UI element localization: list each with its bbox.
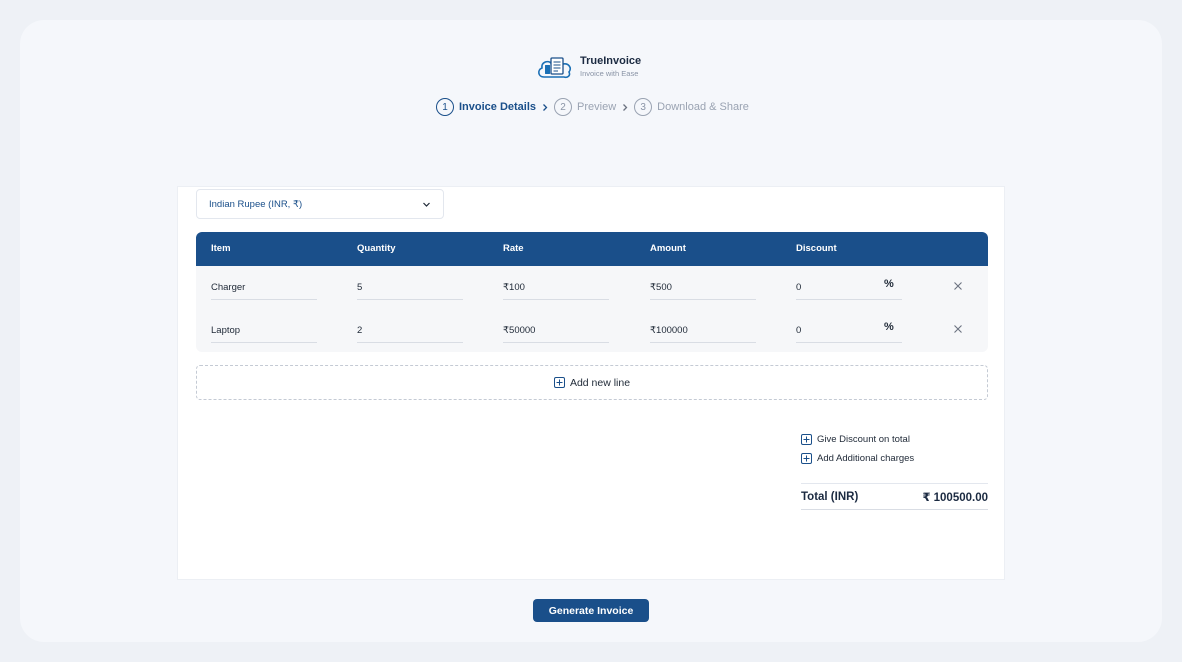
discount-type-toggle[interactable]: % bbox=[884, 321, 894, 333]
line-items-table: Item Quantity Rate Amount Discount Charg… bbox=[196, 232, 988, 352]
header-discount: Discount bbox=[796, 243, 837, 254]
table-body: Charger 5 ₹100 ₹500 0 % Laptop 2 ₹50000 … bbox=[196, 266, 988, 352]
header-amount: Amount bbox=[650, 243, 686, 254]
rate-field[interactable]: ₹50000 bbox=[503, 319, 609, 343]
quantity-field[interactable]: 2 bbox=[357, 319, 463, 343]
add-charges-label: Add Additional charges bbox=[817, 453, 915, 464]
currency-value: Indian Rupee (INR, ₹) bbox=[209, 198, 303, 210]
invoice-card: Indian Rupee (INR, ₹) Item Quantity Rate… bbox=[177, 186, 1005, 580]
step-number: 1 bbox=[436, 98, 454, 116]
table-row: Laptop 2 ₹50000 ₹100000 0 % bbox=[196, 309, 988, 352]
plus-icon bbox=[801, 434, 812, 445]
plus-icon bbox=[553, 377, 565, 388]
header-rate: Rate bbox=[503, 243, 524, 254]
chevron-right-icon bbox=[536, 103, 554, 112]
step-download-share[interactable]: 3 Download & Share bbox=[634, 98, 749, 116]
step-label: Invoice Details bbox=[459, 101, 537, 113]
quantity-field[interactable]: 5 bbox=[357, 276, 463, 300]
stepper: 1 Invoice Details 2 Preview 3 Download &… bbox=[436, 97, 749, 117]
give-discount-label: Give Discount on total bbox=[817, 434, 910, 445]
step-number: 3 bbox=[634, 98, 653, 116]
total-row: Total (INR) ₹ 100500.00 bbox=[801, 483, 988, 510]
chevron-right-icon bbox=[616, 103, 634, 112]
rate-field[interactable]: ₹100 bbox=[503, 276, 609, 300]
brand: TrueInvoice Invoice with Ease bbox=[536, 52, 641, 82]
brand-name: TrueInvoice bbox=[580, 55, 642, 68]
total-label: Total (INR) bbox=[801, 490, 859, 503]
add-new-line-button[interactable]: Add new line bbox=[196, 365, 988, 400]
currency-select[interactable]: Indian Rupee (INR, ₹) bbox=[196, 189, 444, 219]
item-field[interactable]: Laptop bbox=[211, 319, 317, 343]
step-number: 2 bbox=[554, 98, 573, 116]
item-field[interactable]: Charger bbox=[211, 276, 317, 300]
header-item: Item bbox=[211, 243, 231, 254]
total-value: ₹ 100500.00 bbox=[922, 491, 988, 504]
brand-tagline: Invoice with Ease bbox=[580, 69, 639, 79]
amount-field: ₹500 bbox=[650, 276, 756, 300]
close-icon[interactable] bbox=[951, 279, 965, 293]
close-icon[interactable] bbox=[951, 322, 965, 336]
discount-type-toggle[interactable]: % bbox=[884, 278, 894, 290]
plus-icon bbox=[801, 453, 812, 464]
step-invoice-details[interactable]: 1 Invoice Details bbox=[436, 98, 536, 116]
step-preview[interactable]: 2 Preview bbox=[554, 98, 616, 116]
add-charges-button[interactable]: Add Additional charges bbox=[801, 453, 914, 464]
generate-invoice-button[interactable]: Generate Invoice bbox=[533, 599, 649, 622]
step-label: Preview bbox=[577, 101, 617, 113]
amount-field: ₹100000 bbox=[650, 319, 756, 343]
add-new-line-label: Add new line bbox=[569, 376, 631, 389]
invoice-cloud-logo-icon bbox=[538, 57, 571, 79]
table-row: Charger 5 ₹100 ₹500 0 % bbox=[196, 266, 988, 309]
table-header: Item Quantity Rate Amount Discount bbox=[196, 232, 988, 266]
step-label: Download & Share bbox=[657, 101, 749, 113]
header-quantity: Quantity bbox=[357, 243, 396, 254]
give-discount-button[interactable]: Give Discount on total bbox=[801, 434, 910, 445]
chevron-down-icon bbox=[423, 202, 430, 207]
